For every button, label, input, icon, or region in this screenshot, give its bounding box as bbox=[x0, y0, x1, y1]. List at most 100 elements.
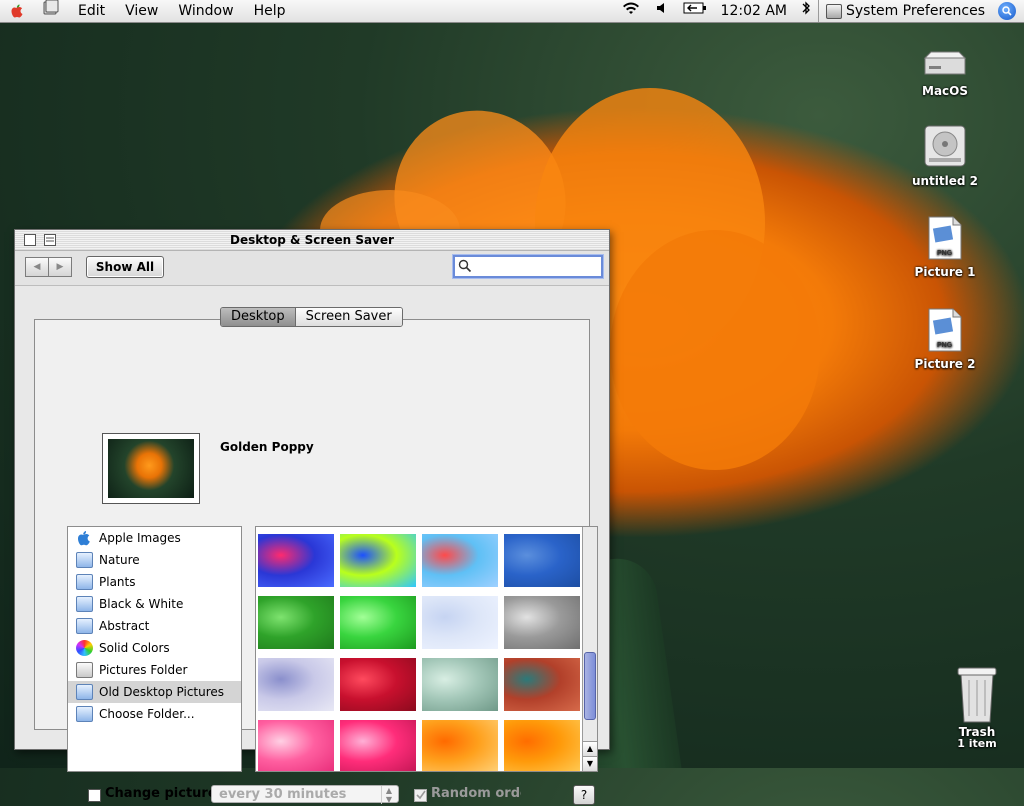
spotlight-search-icon[interactable] bbox=[998, 2, 1016, 20]
picture-thumbnail[interactable] bbox=[258, 596, 334, 649]
folder-icon bbox=[76, 596, 93, 612]
collapse-button[interactable] bbox=[44, 234, 56, 246]
picture-thumbnail[interactable] bbox=[258, 720, 334, 771]
volume-icon[interactable] bbox=[648, 0, 676, 22]
source-item-old-desktop-pictures[interactable]: Old Desktop Pictures bbox=[68, 681, 241, 703]
picture-thumbnail[interactable] bbox=[504, 534, 580, 587]
picture-thumbnail[interactable] bbox=[504, 720, 580, 771]
interval-value: every 30 minutes bbox=[219, 787, 347, 802]
bluetooth-icon[interactable] bbox=[794, 0, 818, 22]
preferences-app-icon bbox=[826, 3, 842, 19]
app-name: System Preferences bbox=[846, 3, 985, 19]
source-item-nature[interactable]: Nature bbox=[68, 549, 241, 571]
tab-bar: Desktop Screen Saver bbox=[220, 307, 403, 327]
change-picture-row: Change picture: every 30 minutes ▲ ▼ Rand… bbox=[88, 784, 598, 806]
pictures-folder-icon bbox=[76, 662, 93, 678]
menu-help[interactable]: Help bbox=[244, 0, 296, 22]
folder-icon bbox=[76, 574, 93, 590]
menu-extras: 12:02 AM System Preferences bbox=[614, 0, 1024, 22]
png-file-icon: PNG bbox=[927, 215, 963, 261]
scrollbar-thumb[interactable] bbox=[584, 652, 596, 720]
change-picture-checkbox[interactable] bbox=[88, 789, 101, 802]
source-item-pictures-folder[interactable]: Pictures Folder bbox=[68, 659, 241, 681]
drive-icon bbox=[923, 50, 967, 80]
picture-thumbnail[interactable] bbox=[422, 596, 498, 649]
picture-thumbnail[interactable] bbox=[340, 658, 416, 711]
source-item-plants[interactable]: Plants bbox=[68, 571, 241, 593]
desktop-icon-untitled-2[interactable]: untitled 2 bbox=[897, 124, 993, 188]
back-button[interactable]: ◀ bbox=[25, 257, 49, 277]
source-label: Black & White bbox=[99, 597, 184, 611]
picture-thumbnail[interactable] bbox=[504, 596, 580, 649]
source-item-black-white[interactable]: Black & White bbox=[68, 593, 241, 615]
current-picture-name: Golden Poppy bbox=[220, 440, 314, 454]
finder-icon[interactable] bbox=[34, 0, 68, 22]
menu-window[interactable]: Window bbox=[168, 0, 243, 22]
show-all-button[interactable]: Show All bbox=[86, 256, 164, 278]
picture-thumbnail[interactable] bbox=[422, 534, 498, 587]
battery-icon[interactable] bbox=[676, 0, 714, 22]
window-title: Desktop & Screen Saver bbox=[230, 233, 394, 247]
source-item-apple-images[interactable]: Apple Images bbox=[68, 527, 241, 549]
picture-thumbnail[interactable] bbox=[422, 720, 498, 771]
popup-arrows-icon: ▲ ▼ bbox=[381, 786, 396, 804]
source-label: Old Desktop Pictures bbox=[99, 685, 225, 699]
search-field[interactable] bbox=[453, 255, 603, 278]
picture-thumbnail[interactable] bbox=[340, 534, 416, 587]
source-item-solid-colors[interactable]: Solid Colors bbox=[68, 637, 241, 659]
desktop-screen-saver-window: Desktop & Screen Saver ◀ ▶ Show All Gold… bbox=[14, 229, 610, 805]
trash-count: 1 item bbox=[957, 737, 997, 750]
tab-screen-saver[interactable]: Screen Saver bbox=[295, 308, 402, 326]
picture-grid[interactable]: ▲ ▼ bbox=[255, 526, 598, 772]
hard-disk-icon bbox=[923, 124, 967, 170]
search-icon bbox=[458, 259, 472, 273]
picture-thumbnail[interactable] bbox=[258, 658, 334, 711]
picture-thumbnail[interactable] bbox=[422, 658, 498, 711]
apple-icon bbox=[76, 530, 93, 546]
svg-text:PNG: PNG bbox=[937, 342, 953, 349]
desktop-icon-label: MacOS bbox=[922, 84, 968, 98]
picture-thumbnail[interactable] bbox=[504, 658, 580, 711]
window-toolbar: ◀ ▶ Show All bbox=[15, 251, 609, 286]
picture-thumbnail[interactable] bbox=[340, 720, 416, 771]
folder-icon bbox=[76, 618, 93, 634]
wifi-icon[interactable] bbox=[614, 0, 648, 22]
window-title-bar[interactable]: Desktop & Screen Saver bbox=[15, 230, 609, 251]
system-preferences-app-menu[interactable]: System Preferences bbox=[819, 0, 992, 22]
scroll-down-arrow[interactable]: ▼ bbox=[583, 756, 597, 771]
forward-button[interactable]: ▶ bbox=[48, 257, 72, 277]
folder-icon bbox=[76, 684, 93, 700]
source-label: Plants bbox=[99, 575, 136, 589]
trash-icon bbox=[955, 664, 999, 726]
picture-source-list[interactable]: Apple Images Nature Plants Black & White… bbox=[67, 526, 242, 772]
random-order-checkbox[interactable] bbox=[414, 789, 427, 802]
close-button[interactable] bbox=[24, 234, 36, 246]
help-button[interactable]: ? bbox=[573, 785, 595, 805]
png-file-icon: PNG bbox=[927, 307, 963, 353]
picture-thumbnail[interactable] bbox=[258, 534, 334, 587]
source-item-choose-folder[interactable]: Choose Folder... bbox=[68, 703, 241, 725]
tab-desktop[interactable]: Desktop bbox=[221, 308, 296, 326]
source-item-abstract[interactable]: Abstract bbox=[68, 615, 241, 637]
desktop-icon-picture-2[interactable]: PNG Picture 2 bbox=[897, 307, 993, 371]
interval-popup[interactable]: every 30 minutes ▲ ▼ bbox=[211, 785, 399, 804]
source-label: Pictures Folder bbox=[99, 663, 188, 677]
current-picture-well[interactable] bbox=[102, 433, 200, 504]
desktop-icon-picture-1[interactable]: PNG Picture 1 bbox=[897, 215, 993, 279]
current-picture-thumbnail bbox=[108, 439, 194, 498]
menu-view[interactable]: View bbox=[115, 0, 168, 22]
desktop-icon-trash[interactable]: Trash 1 item bbox=[929, 664, 1024, 750]
folder-icon bbox=[76, 552, 93, 568]
grid-scrollbar[interactable]: ▲ ▼ bbox=[582, 527, 597, 771]
picture-thumbnail[interactable] bbox=[340, 596, 416, 649]
menu-edit[interactable]: Edit bbox=[68, 0, 115, 22]
random-order-label: Random order bbox=[431, 786, 521, 801]
apple-menu-icon[interactable] bbox=[0, 3, 34, 19]
scroll-up-arrow[interactable]: ▲ bbox=[583, 741, 597, 756]
change-picture-label: Change picture: bbox=[105, 786, 222, 801]
wallpaper-petal bbox=[610, 230, 820, 470]
source-label: Apple Images bbox=[99, 531, 181, 545]
menu-clock[interactable]: 12:02 AM bbox=[714, 0, 794, 22]
desktop-icon-macos[interactable]: MacOS bbox=[897, 50, 993, 98]
folder-icon bbox=[76, 706, 93, 722]
